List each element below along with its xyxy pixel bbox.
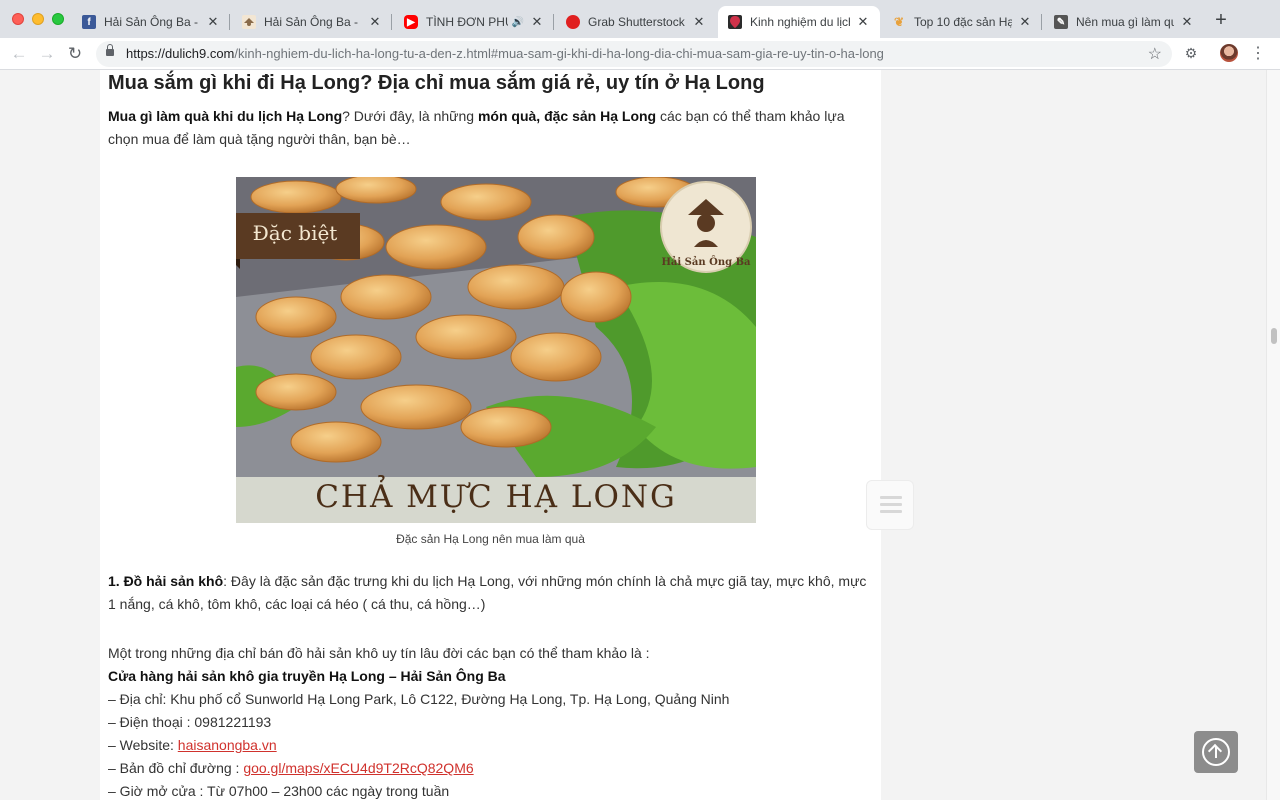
address-bar[interactable]: https://dulich9.com/kinh-nghiem-du-lich-… <box>96 41 1172 67</box>
shop-address: – Địa chỉ: Khu phố cổ Sunworld Hạ Long P… <box>108 691 730 707</box>
shop-hours: – Giờ mở cửa : Từ 07h00 – 23h00 các ngày… <box>108 783 450 799</box>
address-intro: Một trong những địa chỉ bán đồ hải sản k… <box>108 645 650 661</box>
new-tab-button[interactable]: + <box>1210 9 1232 32</box>
profile-avatar[interactable] <box>1220 44 1238 62</box>
food-icon: ❦ <box>893 15 905 29</box>
close-tab-icon[interactable]: ✕ <box>1180 14 1194 30</box>
tab-kinh-nghiem-du-lich[interactable]: Kinh nghiệm du lịch ✕ <box>718 6 880 38</box>
banner-title: CHẢ MỰC HẠ LONG <box>315 479 677 515</box>
extension-gear-icon[interactable]: ⚙ <box>1182 44 1200 62</box>
close-tab-icon[interactable]: ✕ <box>530 14 544 30</box>
image-caption: Đặc sản Hạ Long nên mua làm quà <box>396 532 585 546</box>
browser-toolbar: ← → ↻ https://dulich9.com/kinh-nghiem-du… <box>0 38 1280 70</box>
tab-title: Hải Sản Ông Ba - Tra <box>104 15 200 29</box>
page-viewport: Mua sắm gì khi đi Hạ Long? Địa chỉ mua s… <box>0 70 1266 800</box>
dulich9-icon <box>728 15 742 29</box>
section-heading: Mua sắm gì khi đi Hạ Long? Địa chỉ mua s… <box>108 72 765 94</box>
speaker-icon[interactable]: 🔊 <box>512 17 524 28</box>
site-icon: ✎ <box>1054 15 1068 29</box>
maximize-window-button[interactable] <box>52 13 64 25</box>
back-to-top-button[interactable] <box>1194 731 1238 773</box>
tab-title: Top 10 đặc sản Hạ Lo <box>914 15 1012 29</box>
table-of-contents-icon[interactable] <box>866 480 914 530</box>
close-tab-icon[interactable]: ✕ <box>1018 14 1032 30</box>
intro-paragraph: Mua gì làm quà khi du lịch Hạ Long? Dưới… <box>108 108 845 147</box>
tab-top-10-dac-san[interactable]: ❦ Top 10 đặc sản Hạ Lo ✕ <box>882 6 1042 38</box>
tab-nen-mua-gi[interactable]: ✎ Nên mua gì làm quà ✕ <box>1044 6 1204 38</box>
badge-label: Đặc biệt <box>252 221 338 245</box>
shop-map: – Bản đồ chỉ đường : goo.gl/maps/xECU4d9… <box>108 760 474 776</box>
close-window-button[interactable] <box>12 13 24 25</box>
browser-menu-icon[interactable]: ⋮ <box>1250 43 1266 63</box>
tab-shutterstock[interactable]: Grab Shutterstock Pi ✕ <box>556 6 716 38</box>
tab-youtube[interactable]: ▶ TÌNH ĐƠN PHƯƠ 🔊 ✕ <box>394 6 554 38</box>
url-text: https://dulich9.com/kinh-nghiem-du-lich-… <box>126 46 884 61</box>
youtube-icon: ▶ <box>404 15 418 29</box>
forward-button[interactable]: → <box>36 43 58 65</box>
close-tab-icon[interactable]: ✕ <box>206 14 220 30</box>
tab-title: TÌNH ĐƠN PHƯƠ <box>426 15 508 29</box>
tab-strip: f Hải Sản Ông Ba - Tra ✕ Hải Sản Ông Ba … <box>0 0 1280 38</box>
tab-title: Nên mua gì làm quà <box>1076 15 1174 29</box>
tab-title: Kinh nghiệm du lịch <box>750 15 850 29</box>
page-scrollbar[interactable] <box>1266 70 1280 800</box>
product-image: Đặc biệt Hải Sản Ông Ba CHẢ MỰC HẠ LONG <box>236 177 756 523</box>
arrow-up-icon <box>1202 738 1230 766</box>
logo-text: Hải Sản Ông Ba <box>661 257 751 268</box>
tab-title: Grab Shutterstock Pi <box>588 15 686 29</box>
lock-icon[interactable] <box>106 44 114 56</box>
close-tab-icon[interactable]: ✕ <box>856 14 870 30</box>
reload-button[interactable]: ↻ <box>64 43 86 65</box>
shop-name: Cửa hàng hải sản khô gia truyền Hạ Long … <box>108 668 506 684</box>
facebook-icon: f <box>82 15 96 29</box>
minimize-window-button[interactable] <box>32 13 44 25</box>
map-link[interactable]: goo.gl/maps/xECU4d9T2RcQ82QM6 <box>243 760 473 776</box>
website-link[interactable]: haisanongba.vn <box>178 737 277 753</box>
close-tab-icon[interactable]: ✕ <box>692 14 706 30</box>
scrollbar-thumb[interactable] <box>1271 328 1277 344</box>
shop-phone: – Điện thoại : 0981221193 <box>108 714 272 730</box>
back-button[interactable]: ← <box>8 43 30 65</box>
tab-title: Hải Sản Ông Ba - Mu <box>264 15 362 29</box>
shutterstock-icon <box>566 15 580 29</box>
shop-website: – Website: haisanongba.vn <box>108 737 277 753</box>
article-content: Mua sắm gì khi đi Hạ Long? Địa chỉ mua s… <box>100 70 881 800</box>
hai-san-ong-ba-icon <box>242 15 256 29</box>
item-1-paragraph: 1. Đồ hải sản khô: Đây là đặc sản đặc tr… <box>108 573 867 612</box>
close-tab-icon[interactable]: ✕ <box>368 14 382 30</box>
tab-hai-san-ong-ba[interactable]: Hải Sản Ông Ba - Mu ✕ <box>232 6 392 38</box>
tab-hai-san-ong-ba-facebook[interactable]: f Hải Sản Ông Ba - Tra ✕ <box>72 6 230 38</box>
bookmark-star-icon[interactable]: ☆ <box>1148 44 1162 64</box>
